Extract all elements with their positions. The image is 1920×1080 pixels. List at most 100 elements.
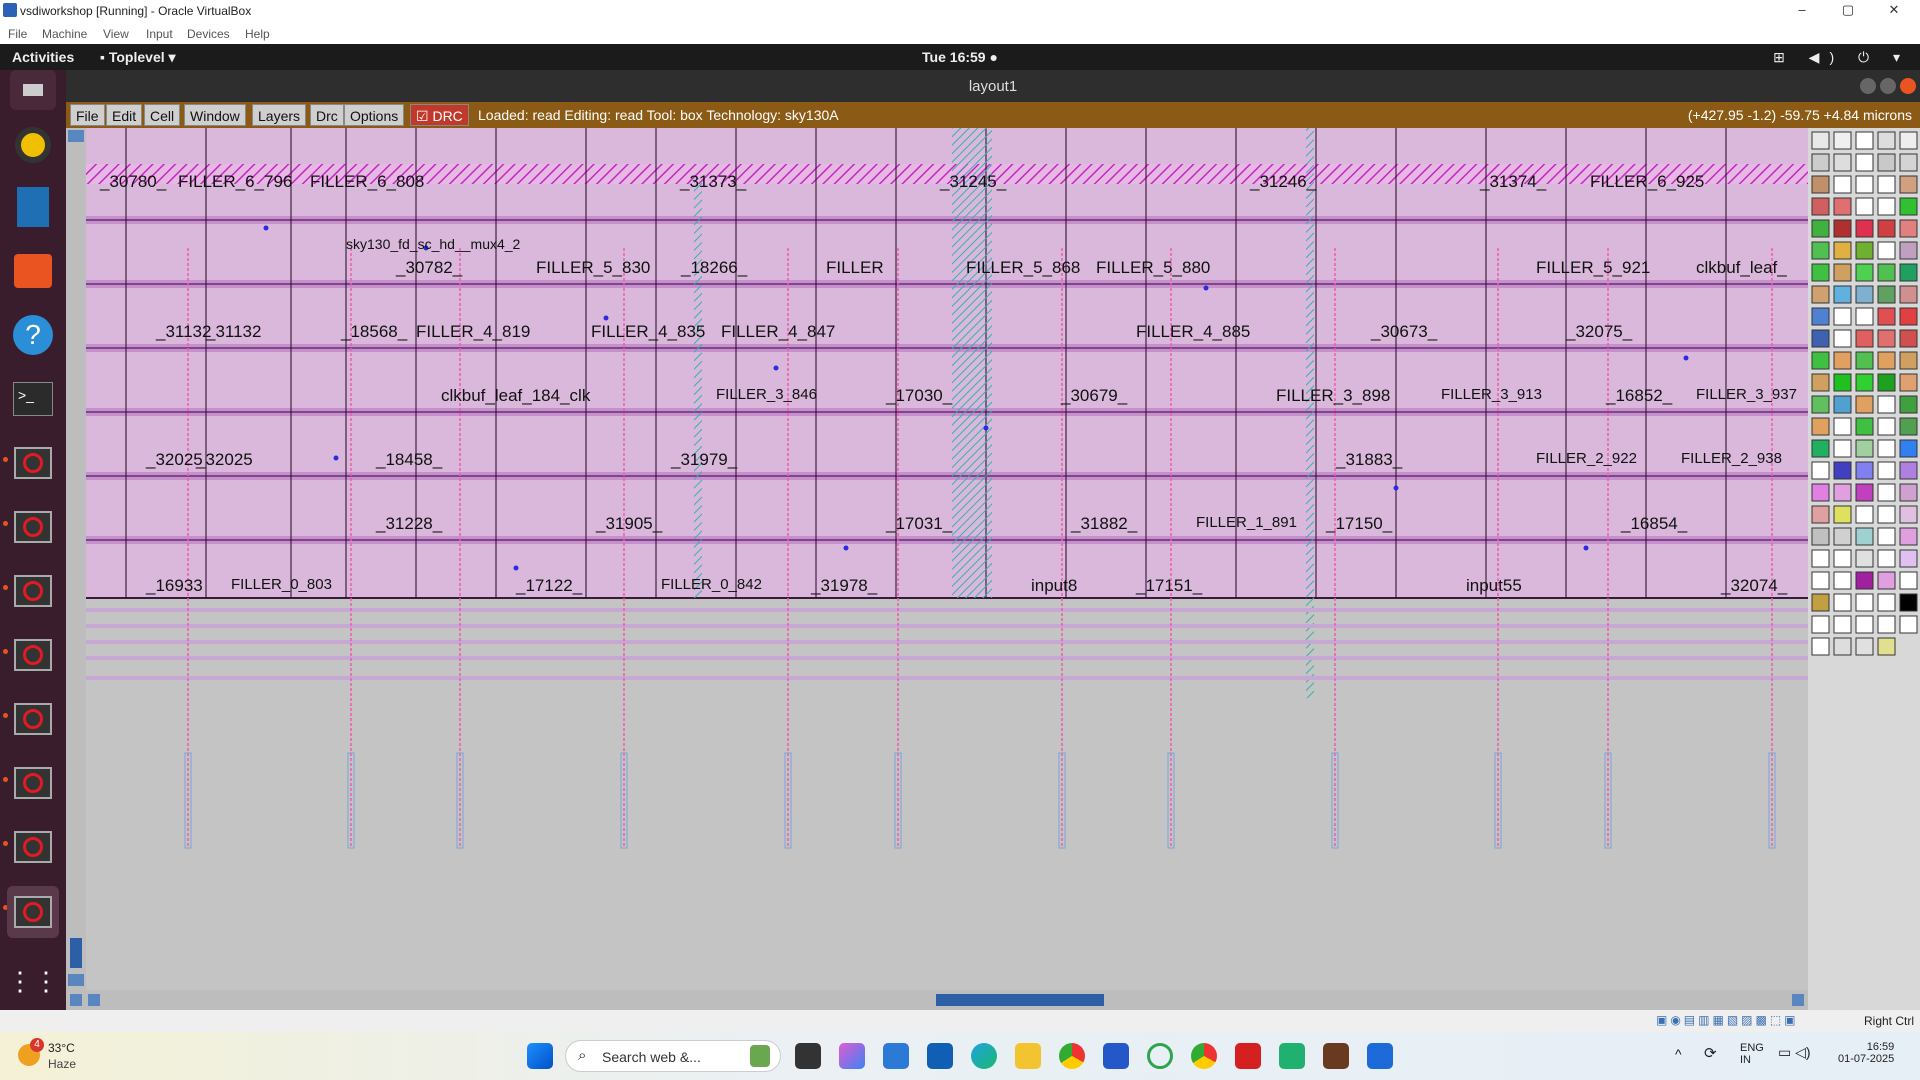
edge-icon[interactable] bbox=[971, 1043, 997, 1069]
gnome-clock[interactable]: Tue 16:59 ● bbox=[922, 49, 998, 65]
cell-label: _16854_ bbox=[1621, 514, 1688, 533]
app-window-icon[interactable] bbox=[10, 440, 56, 486]
cell-label: FILLER_3_913 bbox=[1441, 386, 1542, 403]
desktop-icon[interactable] bbox=[883, 1043, 909, 1069]
virtualbox-status-bar: ▣◉▤▥▦▧▨▩⬚▣ Right Ctrl bbox=[0, 1010, 1920, 1032]
chrome-profile-icon[interactable] bbox=[1191, 1043, 1217, 1069]
cell-label: FILLER_1_891 bbox=[1196, 514, 1297, 531]
cell-label: FILLER_5_880 bbox=[1096, 258, 1211, 277]
search-box[interactable]: ⌕ Search web &... bbox=[565, 1040, 781, 1072]
scroll-down-icon[interactable] bbox=[68, 974, 84, 986]
magic-menu-drc[interactable]: Drc bbox=[310, 104, 344, 126]
writer-icon[interactable] bbox=[10, 184, 56, 230]
layout-canvas[interactable]: _30780_ FILLER_6_796 FILLER_6_808 _31373… bbox=[86, 128, 1808, 990]
acrobat-icon[interactable] bbox=[1235, 1043, 1261, 1069]
app-window-icon[interactable] bbox=[10, 568, 56, 614]
drc-toggle[interactable]: ☑ DRC bbox=[410, 104, 469, 126]
magic-minimize-icon[interactable] bbox=[1860, 78, 1876, 94]
cell-label: _31905_ bbox=[596, 514, 663, 533]
file-explorer-icon[interactable] bbox=[1015, 1043, 1041, 1069]
clock-date: 01-07-2025 bbox=[1838, 1053, 1895, 1065]
app-window-icon[interactable] bbox=[10, 824, 56, 870]
region-code: IN bbox=[1740, 1054, 1751, 1066]
weather-widget[interactable]: 4 33°C Haze bbox=[14, 1038, 134, 1074]
app-window-icon[interactable] bbox=[10, 760, 56, 806]
taskbar-clock[interactable]: 16:59 01-07-2025 bbox=[1838, 1041, 1894, 1065]
app-window-icon[interactable] bbox=[10, 696, 56, 742]
cell-label: _18266_ bbox=[681, 258, 748, 277]
system-tray-icons[interactable]: ⊞ ◀) ⏻ ▾ bbox=[1773, 49, 1910, 66]
close-icon[interactable]: ✕ bbox=[1874, 2, 1914, 18]
wifi-speaker-icons[interactable]: ▭ ◁) bbox=[1778, 1044, 1811, 1061]
weather-temp: 33°C bbox=[48, 1041, 75, 1055]
cell-label: FILLER_4_885 bbox=[1136, 322, 1251, 341]
app-icon[interactable] bbox=[1323, 1043, 1349, 1069]
dock-window-icon[interactable] bbox=[10, 70, 56, 110]
gnome-top-bar: Activities ▪ Toplevel ▾ Tue 16:59 ● ⊞ ◀)… bbox=[0, 44, 1920, 70]
layer-palette[interactable] bbox=[1808, 128, 1920, 1010]
magic-menu-layers[interactable]: Layers bbox=[252, 104, 307, 126]
cell-label: FILLER_4_819 bbox=[416, 322, 531, 341]
vbox-menu-help[interactable]: Help bbox=[245, 27, 270, 41]
windows-start-icon[interactable] bbox=[527, 1043, 553, 1069]
copilot-icon[interactable] bbox=[839, 1043, 865, 1069]
terminal-icon[interactable]: >_ bbox=[10, 376, 56, 422]
activities-button[interactable]: Activities bbox=[12, 49, 74, 65]
magic-menu-edit[interactable]: Edit bbox=[106, 104, 143, 126]
help-icon[interactable]: ? bbox=[10, 312, 56, 358]
cell-label: _31132 bbox=[156, 322, 212, 341]
rhythmbox-icon[interactable] bbox=[10, 122, 56, 168]
scroll-left-icon[interactable] bbox=[88, 994, 100, 1006]
maximize-icon[interactable]: ▢ bbox=[1828, 2, 1868, 18]
zoom-box-icon[interactable] bbox=[70, 994, 82, 1006]
scroll-up-icon[interactable] bbox=[68, 130, 84, 142]
cell-label: FILLER_0_803 bbox=[231, 576, 332, 593]
app-window-icon-active[interactable] bbox=[7, 886, 59, 938]
cell-label: FILLER_6_925 bbox=[1590, 172, 1705, 191]
app-window-icon[interactable] bbox=[10, 504, 56, 550]
cell-label: FILLER_3_846 bbox=[716, 386, 817, 403]
vertical-scroll-thumb[interactable] bbox=[70, 938, 82, 968]
toplevel-menu[interactable]: ▪ Toplevel ▾ bbox=[100, 49, 176, 66]
magic-menu-window[interactable]: Window bbox=[184, 104, 246, 126]
language-indicator[interactable]: ENG IN bbox=[1740, 1042, 1764, 1066]
horizontal-scroll-thumb[interactable] bbox=[936, 994, 1104, 1006]
magic-window-titlebar: layout1 bbox=[66, 70, 1920, 102]
virtualbox-logo-icon bbox=[3, 3, 17, 17]
cell-label: _32075_ bbox=[1566, 322, 1633, 341]
cell-label: input8 bbox=[1031, 576, 1078, 595]
layer-swatches[interactable] bbox=[1808, 128, 1920, 728]
chrome-icon[interactable] bbox=[1059, 1043, 1085, 1069]
software-center-icon[interactable] bbox=[10, 248, 56, 294]
vbox-menu-devices[interactable]: Devices bbox=[187, 27, 230, 41]
vm-device-icons[interactable]: ▣◉▤▥▦▧▨▩⬚▣ bbox=[1656, 1013, 1799, 1027]
magic-maximize-icon[interactable] bbox=[1880, 78, 1896, 94]
magic-menu-file[interactable]: File bbox=[70, 104, 105, 126]
vbox-menu-input[interactable]: Input bbox=[146, 27, 173, 41]
vscode-icon[interactable] bbox=[1279, 1043, 1305, 1069]
vertical-scrollbar[interactable] bbox=[66, 128, 86, 1010]
cell-label: _32025 bbox=[146, 450, 203, 469]
vbox-menu-view[interactable]: View bbox=[103, 27, 129, 41]
app-window-icon[interactable] bbox=[10, 632, 56, 678]
cell-label: _18458_ bbox=[376, 450, 443, 469]
task-view-icon[interactable] bbox=[795, 1043, 821, 1069]
chevron-up-icon[interactable]: ^ bbox=[1675, 1046, 1682, 1062]
magic-menu-cell[interactable]: Cell bbox=[144, 104, 181, 126]
virtualbox-icon[interactable] bbox=[1367, 1043, 1393, 1069]
refresh-app-icon[interactable] bbox=[1147, 1043, 1173, 1069]
cell-label: _30782_ bbox=[396, 258, 463, 277]
magic-close-icon[interactable] bbox=[1900, 78, 1916, 94]
horizontal-scrollbar[interactable] bbox=[66, 990, 1810, 1010]
network-icon[interactable]: ⟳ bbox=[1704, 1044, 1717, 1062]
minimize-icon[interactable]: – bbox=[1782, 2, 1822, 17]
outlook-icon[interactable] bbox=[927, 1043, 953, 1069]
vbox-menu-file[interactable]: File bbox=[8, 27, 27, 41]
virtualbox-menu-bar: File Machine View Input Devices Help bbox=[0, 22, 1920, 44]
scroll-right-icon[interactable] bbox=[1792, 994, 1804, 1006]
vbox-menu-machine[interactable]: Machine bbox=[42, 27, 87, 41]
magic-menu-options[interactable]: Options bbox=[344, 104, 405, 126]
toplevel-label: Toplevel bbox=[108, 49, 165, 65]
store-icon[interactable] bbox=[1103, 1043, 1129, 1069]
show-apps-icon[interactable]: ⋮⋮ bbox=[7, 958, 59, 1004]
